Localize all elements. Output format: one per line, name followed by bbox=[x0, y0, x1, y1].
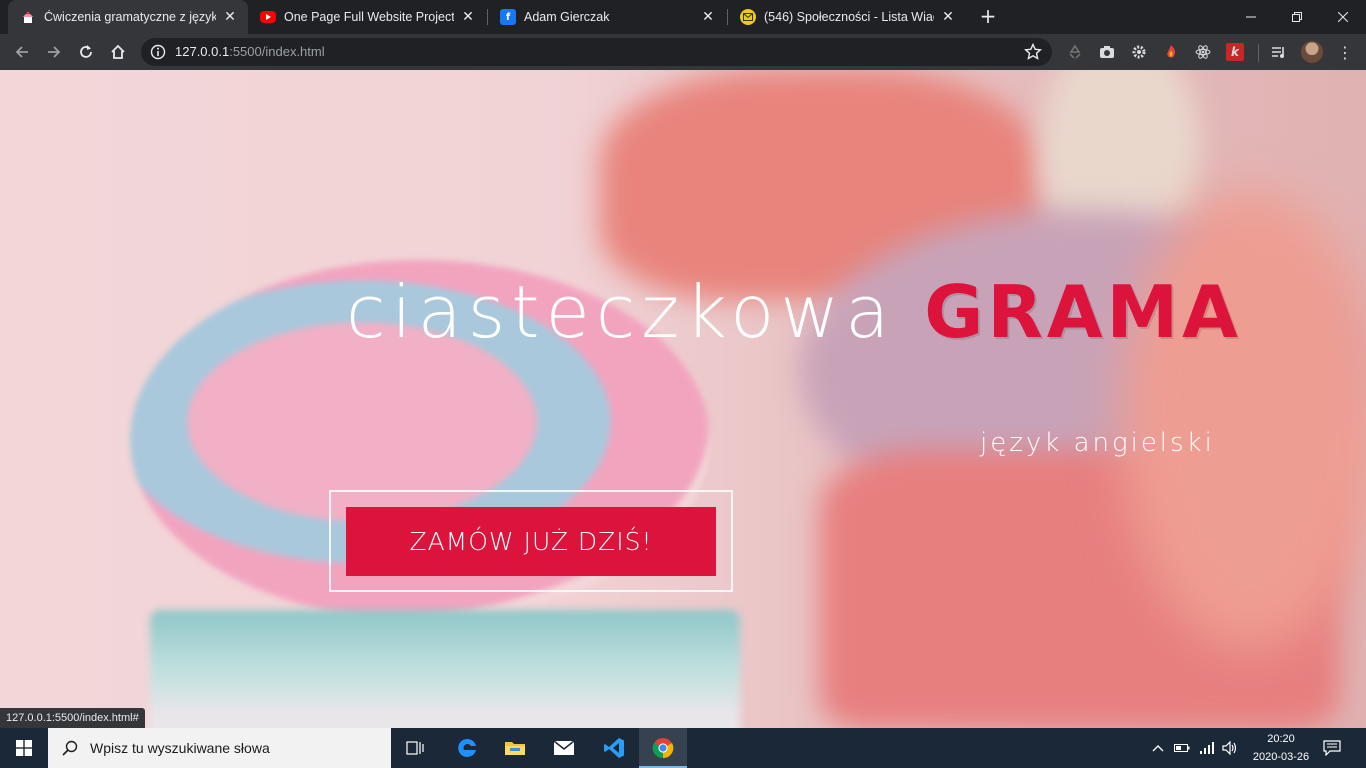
envelope-icon bbox=[553, 740, 575, 755]
tab-facebook[interactable]: f Adam Gierczak ✕ bbox=[488, 0, 726, 34]
hero-title: ciasteczkowa GRAMA bbox=[346, 276, 1246, 348]
extension-recycle-icon[interactable] bbox=[1066, 43, 1084, 61]
hero-subtitle: język angielski bbox=[980, 428, 1215, 458]
mail-button[interactable] bbox=[540, 728, 588, 768]
tab-title: Ćwiczenia gramatyczne z języka a bbox=[44, 10, 216, 24]
tab-wykop[interactable]: (546) Społeczności - Lista Wiado ✕ bbox=[728, 0, 966, 34]
tab-youtube[interactable]: One Page Full Website Project Fo ✕ bbox=[248, 0, 486, 34]
vscode-icon bbox=[604, 738, 624, 758]
windows-logo-icon bbox=[16, 740, 32, 756]
extension-k-icon[interactable]: k bbox=[1226, 43, 1244, 61]
folder-icon bbox=[505, 742, 525, 755]
taskbar-search[interactable]: Wpisz tu wyszukiwane słowa bbox=[48, 728, 391, 768]
minimize-button[interactable] bbox=[1228, 0, 1274, 34]
file-explorer-button[interactable] bbox=[491, 728, 539, 768]
facebook-icon: f bbox=[500, 9, 516, 25]
tab-title: Adam Gierczak bbox=[524, 10, 610, 24]
extension-camera-icon[interactable] bbox=[1098, 43, 1116, 61]
windows-taskbar: Wpisz tu wyszukiwane słowa 20:20 2020-03… bbox=[0, 728, 1366, 768]
chrome-icon bbox=[652, 738, 674, 759]
edge-button[interactable] bbox=[443, 728, 491, 768]
profile-avatar[interactable] bbox=[1301, 41, 1323, 63]
home-icon bbox=[111, 44, 125, 59]
foreground-cupcake-wrapper bbox=[150, 610, 740, 728]
url-path: :5500/index.html bbox=[229, 44, 325, 59]
arrow-left-icon bbox=[15, 46, 28, 58]
extension-fire-icon[interactable] bbox=[1162, 43, 1180, 61]
status-url: 127.0.0.1:5500/index.html# bbox=[0, 708, 145, 728]
forward-button[interactable] bbox=[40, 38, 68, 66]
menu-kebab-icon[interactable]: ⋮ bbox=[1336, 43, 1354, 62]
volume-icon[interactable] bbox=[1220, 728, 1240, 768]
edge-icon bbox=[458, 738, 476, 757]
arrow-right-icon bbox=[48, 46, 61, 58]
home-button[interactable] bbox=[104, 38, 132, 66]
background-right-glow bbox=[1120, 190, 1366, 650]
task-view-button[interactable] bbox=[392, 728, 440, 768]
start-button[interactable] bbox=[0, 728, 48, 768]
tab-title: One Page Full Website Project Fo bbox=[284, 10, 454, 24]
battery-icon[interactable] bbox=[1172, 728, 1192, 768]
extension-gear-icon[interactable] bbox=[1130, 43, 1148, 61]
hero-title-bold: GRAMA bbox=[924, 270, 1242, 354]
mail-icon bbox=[740, 9, 756, 25]
tab-cwiczenia[interactable]: Ćwiczenia gramatyczne z języka a ✕ bbox=[8, 0, 248, 34]
notification-icon bbox=[1323, 740, 1341, 756]
reload-icon bbox=[80, 45, 92, 58]
close-tab-icon[interactable]: ✕ bbox=[222, 9, 238, 25]
search-icon bbox=[62, 740, 78, 756]
vscode-button[interactable] bbox=[590, 728, 638, 768]
youtube-icon bbox=[260, 11, 276, 23]
close-tab-icon[interactable]: ✕ bbox=[940, 9, 956, 25]
address-bar[interactable]: 127.0.0.1:5500/index.html bbox=[141, 38, 1052, 66]
new-tab-button[interactable]: + bbox=[976, 5, 1000, 29]
chrome-button[interactable] bbox=[639, 728, 687, 768]
back-button[interactable] bbox=[8, 38, 36, 66]
reload-button[interactable] bbox=[72, 38, 100, 66]
network-signal-icon[interactable] bbox=[1197, 728, 1217, 768]
bookmark-star-icon[interactable] bbox=[1024, 43, 1042, 61]
clock-time: 20:20 bbox=[1267, 733, 1295, 745]
restore-button[interactable] bbox=[1274, 0, 1320, 34]
browser-toolbar: 127.0.0.1:5500/index.html k ⋮ bbox=[0, 34, 1366, 70]
search-placeholder: Wpisz tu wyszukiwane słowa bbox=[90, 740, 270, 756]
order-now-button[interactable]: ZAMÓW JUŻ DZIŚ! bbox=[346, 507, 716, 576]
media-queue-icon[interactable] bbox=[1270, 43, 1288, 61]
tab-title: (546) Społeczności - Lista Wiado bbox=[764, 10, 934, 24]
close-tab-icon[interactable]: ✕ bbox=[460, 9, 476, 25]
tab-strip: Ćwiczenia gramatyczne z języka a ✕ One P… bbox=[0, 0, 1366, 34]
notifications-button[interactable] bbox=[1320, 728, 1344, 768]
cupcake-icon bbox=[20, 9, 36, 25]
clock-date: 2020-03-26 bbox=[1252, 751, 1310, 763]
tray-overflow-chevron-icon[interactable] bbox=[1148, 728, 1168, 768]
taskbar-clock[interactable]: 20:20 2020-03-26 bbox=[1246, 730, 1316, 766]
url-text: 127.0.0.1:5500/index.html bbox=[175, 44, 325, 59]
task-view-icon bbox=[406, 741, 424, 755]
info-icon[interactable] bbox=[150, 44, 166, 60]
url-host: 127.0.0.1 bbox=[175, 44, 230, 59]
close-tab-icon[interactable]: ✕ bbox=[700, 9, 716, 25]
minimize-icon bbox=[1246, 16, 1256, 18]
restore-icon bbox=[1292, 12, 1302, 22]
hero-title-light: ciasteczkowa bbox=[346, 270, 896, 354]
page-hero: ciasteczkowa GRAMA język angielski ZAMÓW… bbox=[0, 70, 1366, 728]
extension-react-icon[interactable] bbox=[1194, 43, 1212, 61]
close-icon bbox=[1338, 12, 1348, 22]
close-window-button[interactable] bbox=[1320, 0, 1366, 34]
